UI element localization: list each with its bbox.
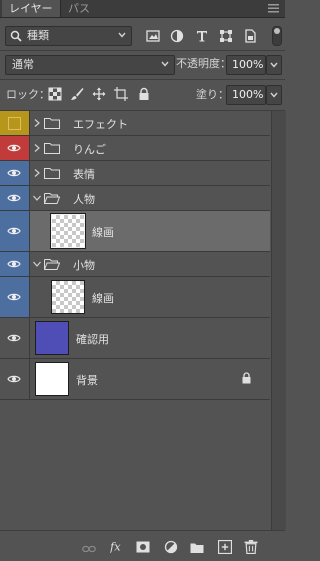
filter-kind-select[interactable]: 種類 (5, 26, 132, 46)
visibility-toggle[interactable] (0, 111, 30, 135)
tab-paths[interactable]: パス (60, 0, 97, 17)
adjustment-layer-icon[interactable] (164, 540, 178, 554)
eye-icon (7, 293, 21, 301)
layer-name: 線画 (92, 226, 114, 239)
layer-name: 背景 (76, 374, 98, 387)
tab-bar: レイヤー パス (0, 0, 285, 18)
layer-name: 小物 (73, 259, 95, 272)
opacity-dropdown[interactable] (266, 55, 282, 75)
folder-open-icon (44, 193, 60, 204)
smart-object-filter-icon[interactable] (243, 29, 257, 43)
layers-list: エフェクト りんご 表情 人物 線画 小物 線画 確認用 背景 (0, 111, 270, 401)
layer-name: 確認用 (76, 333, 109, 346)
eye-icon (7, 144, 21, 152)
pixel-filter-icon[interactable] (146, 29, 160, 43)
folder-icon (44, 143, 60, 154)
visibility-toggle[interactable] (0, 136, 30, 160)
opacity-input[interactable]: 100% (226, 55, 266, 75)
chevron-right-icon[interactable] (34, 119, 40, 127)
visibility-toggle[interactable] (0, 186, 30, 210)
visibility-toggle[interactable] (0, 252, 30, 276)
folder-icon (44, 168, 60, 179)
fill-value: 100% (232, 88, 264, 101)
tab-layers[interactable]: レイヤー (2, 0, 60, 17)
chevron-down-icon (161, 61, 169, 67)
new-layer-icon[interactable] (218, 540, 232, 554)
layer-row[interactable]: 確認用 (0, 318, 270, 359)
fx-icon[interactable]: fx (110, 539, 124, 553)
eye-icon (7, 334, 21, 342)
link-layers-icon[interactable] (82, 542, 96, 556)
delete-layer-icon[interactable] (244, 540, 258, 554)
divider (0, 79, 285, 80)
lock-label: ロック： (6, 88, 50, 101)
opacity-value: 100% (232, 58, 264, 71)
layer-name: りんご (73, 143, 106, 156)
bottom-toolbar: fx (0, 530, 285, 561)
search-icon (10, 30, 22, 42)
adjustment-filter-icon[interactable] (170, 29, 184, 43)
layer-thumbnail[interactable] (51, 214, 85, 248)
visibility-toggle[interactable] (0, 161, 30, 185)
svg-text:fx: fx (110, 539, 121, 553)
filter-kind-label: 種類 (27, 29, 49, 42)
visibility-off-box (8, 117, 21, 130)
layer-row-group[interactable]: エフェクト (0, 111, 270, 136)
chevron-down-icon (118, 32, 126, 38)
add-mask-icon[interactable] (136, 540, 150, 554)
scrollbar-track[interactable] (271, 111, 286, 530)
eye-icon (7, 375, 21, 383)
layer-name: 線画 (92, 292, 114, 305)
empty-area (0, 401, 270, 530)
layer-thumbnail[interactable] (51, 280, 85, 314)
lock-artboard-icon[interactable] (114, 87, 128, 101)
fill-input[interactable]: 100% (226, 85, 266, 105)
chevron-down-icon (270, 92, 278, 98)
layer-row-background[interactable]: 背景 (0, 359, 270, 400)
layer-row-group[interactable]: 表情 (0, 161, 270, 186)
divider (0, 50, 285, 51)
layer-name: 表情 (73, 168, 95, 181)
layer-name: 人物 (73, 193, 95, 206)
type-filter-icon[interactable] (195, 29, 209, 43)
fill-label: 塗り： (196, 88, 229, 101)
opacity-label: 不透明度： (176, 57, 231, 70)
lock-pixels-brush-icon[interactable] (70, 87, 84, 101)
fill-dropdown[interactable] (266, 85, 282, 105)
lock-transparency-icon[interactable] (48, 87, 62, 101)
eye-icon (7, 227, 21, 235)
visibility-toggle[interactable] (0, 318, 30, 358)
eye-icon (7, 260, 21, 268)
layer-row-group[interactable]: 人物 (0, 186, 270, 211)
visibility-toggle[interactable] (0, 211, 30, 251)
layer-row-group[interactable]: りんご (0, 136, 270, 161)
folder-icon (44, 118, 60, 129)
visibility-toggle[interactable] (0, 277, 30, 317)
panel-menu-icon[interactable] (268, 3, 279, 14)
blend-mode-select[interactable]: 通常 (5, 55, 175, 75)
chevron-down-icon[interactable] (33, 195, 41, 201)
chevron-right-icon[interactable] (34, 169, 40, 177)
lock-icon (242, 372, 251, 384)
lock-all-icon[interactable] (137, 87, 151, 101)
layer-thumbnail[interactable] (35, 362, 69, 396)
chevron-down-icon (270, 62, 278, 68)
eye-icon (7, 169, 21, 177)
folder-open-icon (44, 259, 60, 270)
layers-panel: レイヤー パス 種類 通常 不透明度： 100% ロック： 塗り： 100% エ… (0, 0, 286, 561)
chevron-down-icon[interactable] (33, 261, 41, 267)
layer-thumbnail[interactable] (35, 321, 69, 355)
filter-toggle[interactable] (272, 26, 282, 46)
visibility-toggle[interactable] (0, 359, 30, 399)
blend-mode-value: 通常 (12, 58, 34, 71)
lock-position-move-icon[interactable] (92, 87, 106, 101)
eye-icon (7, 194, 21, 202)
chevron-right-icon[interactable] (34, 144, 40, 152)
layer-row-selected[interactable]: 線画 (0, 211, 270, 252)
layer-name: エフェクト (73, 118, 128, 131)
layer-row-group[interactable]: 小物 (0, 252, 270, 277)
layer-row[interactable]: 線画 (0, 277, 270, 318)
shape-filter-icon[interactable] (219, 29, 233, 43)
new-group-icon[interactable] (190, 541, 204, 555)
